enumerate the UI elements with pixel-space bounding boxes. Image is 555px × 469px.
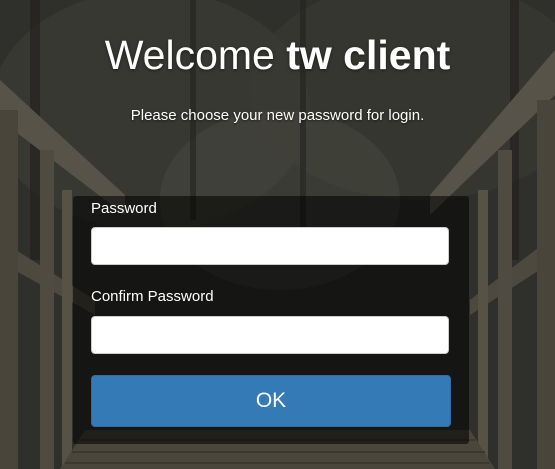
password-input[interactable]	[91, 227, 449, 265]
page-title: Welcome tw client	[0, 30, 555, 80]
password-label: Password	[91, 200, 157, 217]
ok-button[interactable]: OK	[91, 375, 451, 427]
client-name: tw client	[286, 32, 451, 78]
confirm-password-label: Confirm Password	[91, 288, 214, 305]
title-prefix: Welcome	[104, 32, 287, 78]
confirm-password-input[interactable]	[91, 316, 449, 354]
page-subtitle: Please choose your new password for logi…	[130, 107, 425, 124]
